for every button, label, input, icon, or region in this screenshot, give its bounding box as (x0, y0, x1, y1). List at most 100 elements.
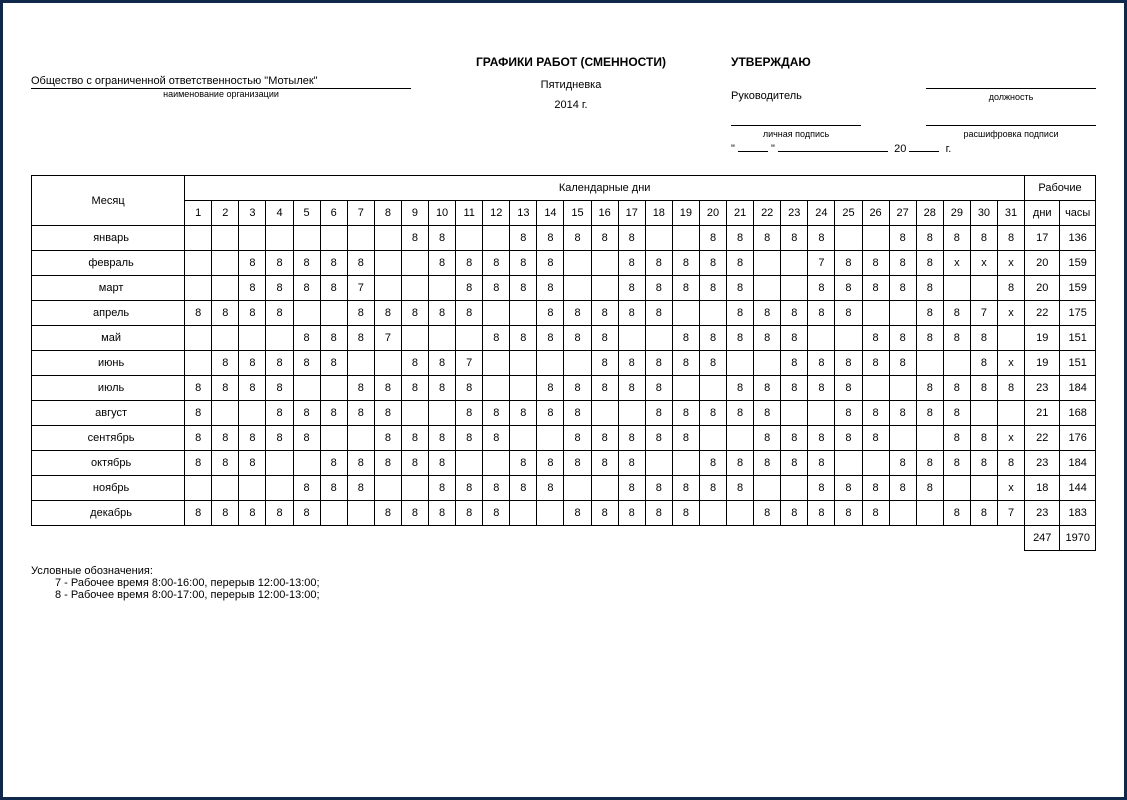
day-header-16: 16 (591, 201, 618, 226)
day-cell (483, 226, 510, 251)
day-cell (943, 351, 970, 376)
day-header-25: 25 (835, 201, 862, 226)
org-name: Общество с ограниченной ответственностью… (31, 75, 411, 89)
day-cell: 8 (347, 251, 374, 276)
day-cell: 8 (997, 276, 1024, 301)
day-header-28: 28 (916, 201, 943, 226)
day-cell: 8 (185, 401, 212, 426)
day-cell: 8 (754, 426, 781, 451)
day-cell (239, 401, 266, 426)
day-cell (185, 276, 212, 301)
day-cell: 8 (374, 301, 401, 326)
date-line: " " 20 г. (731, 143, 1096, 155)
row-hours: 136 (1060, 226, 1096, 251)
row-hours: 175 (1060, 301, 1096, 326)
day-cell (564, 276, 591, 301)
day-cell: 8 (293, 326, 320, 351)
day-cell: 8 (672, 251, 699, 276)
day-cell (293, 226, 320, 251)
month-cell: апрель (32, 301, 185, 326)
day-cell: 8 (889, 276, 916, 301)
day-cell: 8 (835, 401, 862, 426)
day-header-19: 19 (672, 201, 699, 226)
day-cell (564, 251, 591, 276)
day-cell: 8 (429, 251, 456, 276)
day-cell: 8 (618, 501, 645, 526)
day-cell (185, 326, 212, 351)
day-cell: 8 (456, 401, 483, 426)
day-cell: 8 (889, 476, 916, 501)
day-cell: 8 (618, 376, 645, 401)
day-cell: 8 (808, 501, 835, 526)
day-cell: 8 (266, 301, 293, 326)
row-days: 23 (1025, 501, 1060, 526)
day-cell (239, 476, 266, 501)
day-cell: 8 (916, 251, 943, 276)
day-cell (510, 301, 537, 326)
day-cell: 8 (672, 351, 699, 376)
date-day-line (738, 151, 768, 152)
day-cell (564, 351, 591, 376)
day-cell: 8 (266, 251, 293, 276)
day-cell: 8 (239, 276, 266, 301)
day-cell: 8 (266, 351, 293, 376)
day-cell: 8 (699, 451, 726, 476)
day-cell: 8 (835, 301, 862, 326)
day-cell: 8 (239, 301, 266, 326)
day-header-13: 13 (510, 201, 537, 226)
day-cell (401, 476, 428, 501)
day-cell: 8 (510, 251, 537, 276)
day-cell (456, 226, 483, 251)
day-cell: 8 (754, 301, 781, 326)
day-cell: 8 (645, 426, 672, 451)
month-cell: сентябрь (32, 426, 185, 451)
day-cell: 8 (429, 501, 456, 526)
day-cell (401, 276, 428, 301)
day-cell: 8 (510, 401, 537, 426)
day-cell: 8 (483, 426, 510, 451)
day-cell (429, 401, 456, 426)
calendar-body: январь8888888888888888817136февраль88888… (32, 226, 1096, 526)
day-cell: 8 (537, 301, 564, 326)
document-subtitle: Пятидневка (441, 79, 701, 91)
day-cell: 8 (754, 501, 781, 526)
signature-line (731, 112, 861, 126)
day-cell (835, 451, 862, 476)
month-cell: июль (32, 376, 185, 401)
day-cell (889, 376, 916, 401)
day-cell: 8 (320, 476, 347, 501)
row-days: 21 (1025, 401, 1060, 426)
day-cell (510, 501, 537, 526)
day-cell: 8 (591, 326, 618, 351)
decipher-caption: расшифровка подписи (926, 129, 1096, 139)
day-header-10: 10 (429, 201, 456, 226)
day-cell: 8 (564, 426, 591, 451)
day-cell: 8 (645, 376, 672, 401)
day-cell: 8 (239, 251, 266, 276)
day-cell: 8 (347, 301, 374, 326)
day-cell (672, 301, 699, 326)
day-cell: 8 (699, 276, 726, 301)
day-cell (564, 476, 591, 501)
day-cell: 8 (970, 351, 997, 376)
day-cell: 8 (672, 326, 699, 351)
day-cell: 8 (537, 276, 564, 301)
day-cell: 8 (808, 376, 835, 401)
day-cell: 8 (862, 426, 889, 451)
day-cell (591, 401, 618, 426)
day-cell: 8 (672, 401, 699, 426)
day-cell (212, 251, 239, 276)
day-cell: 8 (699, 251, 726, 276)
day-cell: 8 (672, 276, 699, 301)
day-cell: 8 (483, 326, 510, 351)
day-cell: 8 (727, 401, 754, 426)
day-cell: 8 (537, 451, 564, 476)
day-cell: 8 (808, 276, 835, 301)
day-cell: 8 (808, 226, 835, 251)
day-cell: 8 (429, 351, 456, 376)
day-cell: 8 (754, 401, 781, 426)
day-cell: 8 (618, 451, 645, 476)
day-cell: 8 (212, 351, 239, 376)
day-cell: 8 (510, 326, 537, 351)
day-cell (754, 476, 781, 501)
